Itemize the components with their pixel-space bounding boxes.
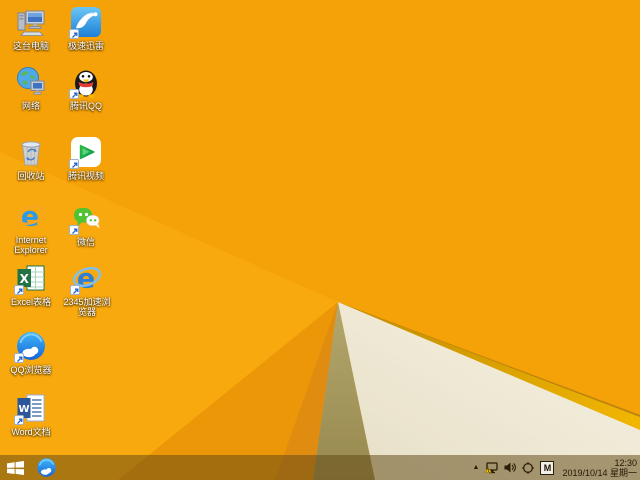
ime-indicator[interactable]: M (540, 460, 555, 475)
shortcut-arrow-icon (14, 285, 24, 295)
network-warning-icon[interactable] (485, 461, 499, 474)
shortcut-arrow-icon (70, 285, 80, 295)
icon-label: 腾讯QQ (69, 101, 102, 111)
start-button[interactable] (7, 461, 25, 475)
qq-browser-icon (14, 330, 47, 363)
clock-date: 2019/10/14 星期一 (562, 467, 637, 478)
desktop-icon-excel[interactable]: X Excel表格 (5, 262, 57, 307)
svg-text:W: W (18, 404, 29, 415)
icon-label: Word文档 (11, 427, 51, 437)
shortcut-arrow-icon (69, 225, 79, 235)
desktop-icon-this-pc[interactable]: 这台电脑 (5, 6, 57, 51)
desktop-icon-network[interactable]: 网络 (5, 66, 57, 111)
icon-label: 2345加速浏 览器 (63, 297, 111, 317)
desktop-icon-wechat[interactable]: 微信 (60, 202, 112, 247)
icon-label: 腾讯视频 (67, 171, 104, 181)
qq-penguin-icon (69, 66, 102, 99)
desktop-icon-tencent-video[interactable]: 腾讯视频 (60, 136, 112, 181)
safety-icon[interactable] (522, 461, 535, 474)
desktop-icon-recycle-bin[interactable]: 回收站 (5, 136, 57, 181)
hidden-icons-chevron-icon[interactable]: ▲ (473, 464, 480, 471)
internet-explorer-icon: e (15, 200, 47, 232)
desktop-icon-tencent-qq[interactable]: 腾讯QQ (60, 66, 112, 111)
system-tray: ▲ M 12:30 2019/10/14 星期一 (473, 455, 637, 480)
icon-label: Internet Explorer (14, 235, 48, 255)
volume-icon[interactable] (504, 462, 517, 473)
icon-label: 网络 (21, 101, 40, 111)
taskbar-pinned-qq-browser[interactable] (36, 457, 57, 478)
shortcut-arrow-icon (69, 89, 79, 99)
icon-label: 这台电脑 (12, 41, 49, 51)
network-icon (15, 66, 47, 98)
windows-logo-icon (7, 461, 24, 475)
desktop-icon-xunlei[interactable]: 极速迅雷 (60, 6, 112, 51)
shortcut-arrow-icon (69, 159, 79, 169)
svg-text:X: X (20, 272, 30, 286)
icon-label: Excel表格 (10, 297, 51, 307)
taskbar: ▲ M 12:30 2019/10/14 星期一 (0, 455, 640, 480)
this-pc-icon (15, 6, 47, 38)
icon-label: QQ浏览器 (10, 365, 52, 375)
qq-browser-icon (37, 458, 56, 477)
excel-icon: X (14, 262, 47, 295)
desktop-icon-internet-explorer[interactable]: e Internet Explorer (5, 200, 57, 256)
desktop-icon-qq-browser[interactable]: QQ浏览器 (5, 330, 57, 375)
shortcut-arrow-icon (14, 353, 24, 363)
icon-label: 微信 (76, 237, 95, 247)
word-icon: W (14, 392, 47, 425)
xunlei-icon (69, 6, 102, 39)
2345-browser-icon: e (70, 262, 103, 295)
recycle-bin-icon (15, 136, 47, 168)
shortcut-arrow-icon (69, 29, 79, 39)
desktop-screen: 这台电脑 极速迅雷 网络 腾讯QQ 回收站 腾讯视频 e Internet Ex… (0, 0, 640, 480)
wechat-icon (69, 202, 102, 235)
desktop-icon-2345-browser[interactable]: e 2345加速浏 览器 (58, 262, 116, 318)
desktop-icon-word[interactable]: W Word文档 (5, 392, 57, 437)
shortcut-arrow-icon (14, 415, 24, 425)
tencent-video-icon (69, 136, 102, 169)
clock-time: 12:30 (614, 457, 637, 468)
icon-label: 回收站 (17, 171, 45, 181)
icon-label: 极速迅雷 (67, 41, 104, 51)
tray-clock[interactable]: 12:30 2019/10/14 星期一 (560, 458, 637, 478)
